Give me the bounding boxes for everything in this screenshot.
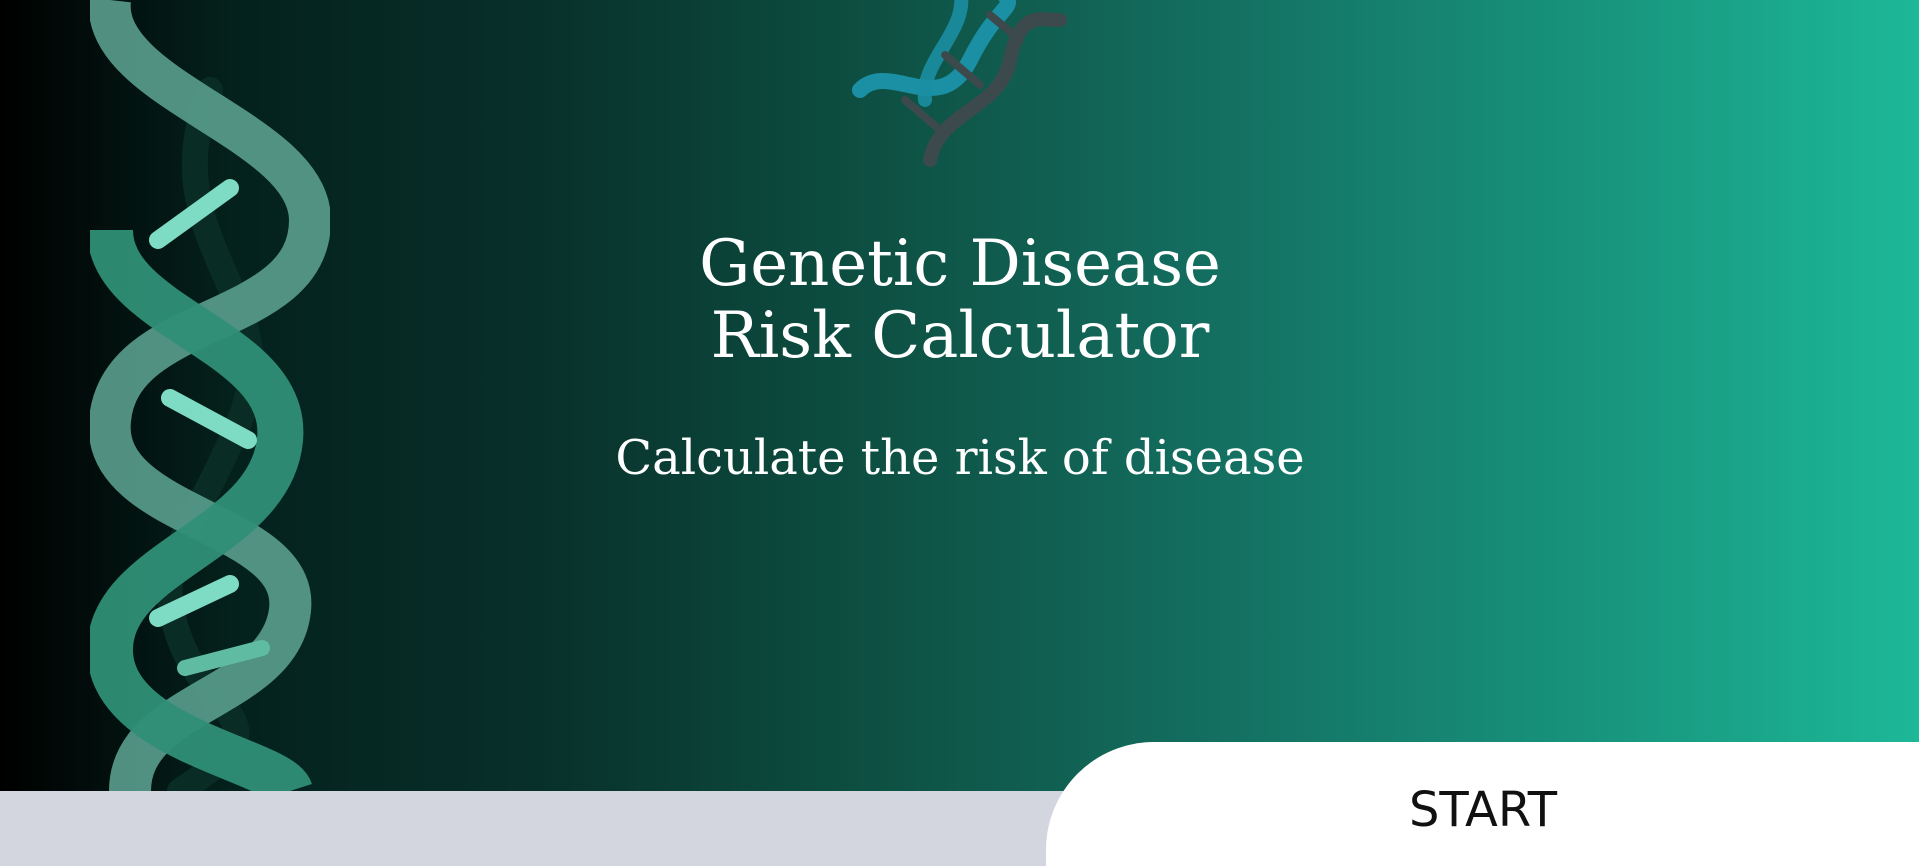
dna-helix-icon xyxy=(90,0,330,791)
hero-banner: Genetic Disease Risk Calculator Calculat… xyxy=(0,0,1919,791)
title-line-1: Genetic Disease xyxy=(699,227,1221,301)
app-subtitle: Calculate the risk of disease xyxy=(615,430,1305,486)
start-button-label[interactable]: START xyxy=(1343,781,1623,839)
title-line-2: Risk Calculator xyxy=(710,299,1210,373)
app-title: Genetic Disease Risk Calculator xyxy=(600,228,1320,372)
dna-icon xyxy=(852,0,1067,167)
